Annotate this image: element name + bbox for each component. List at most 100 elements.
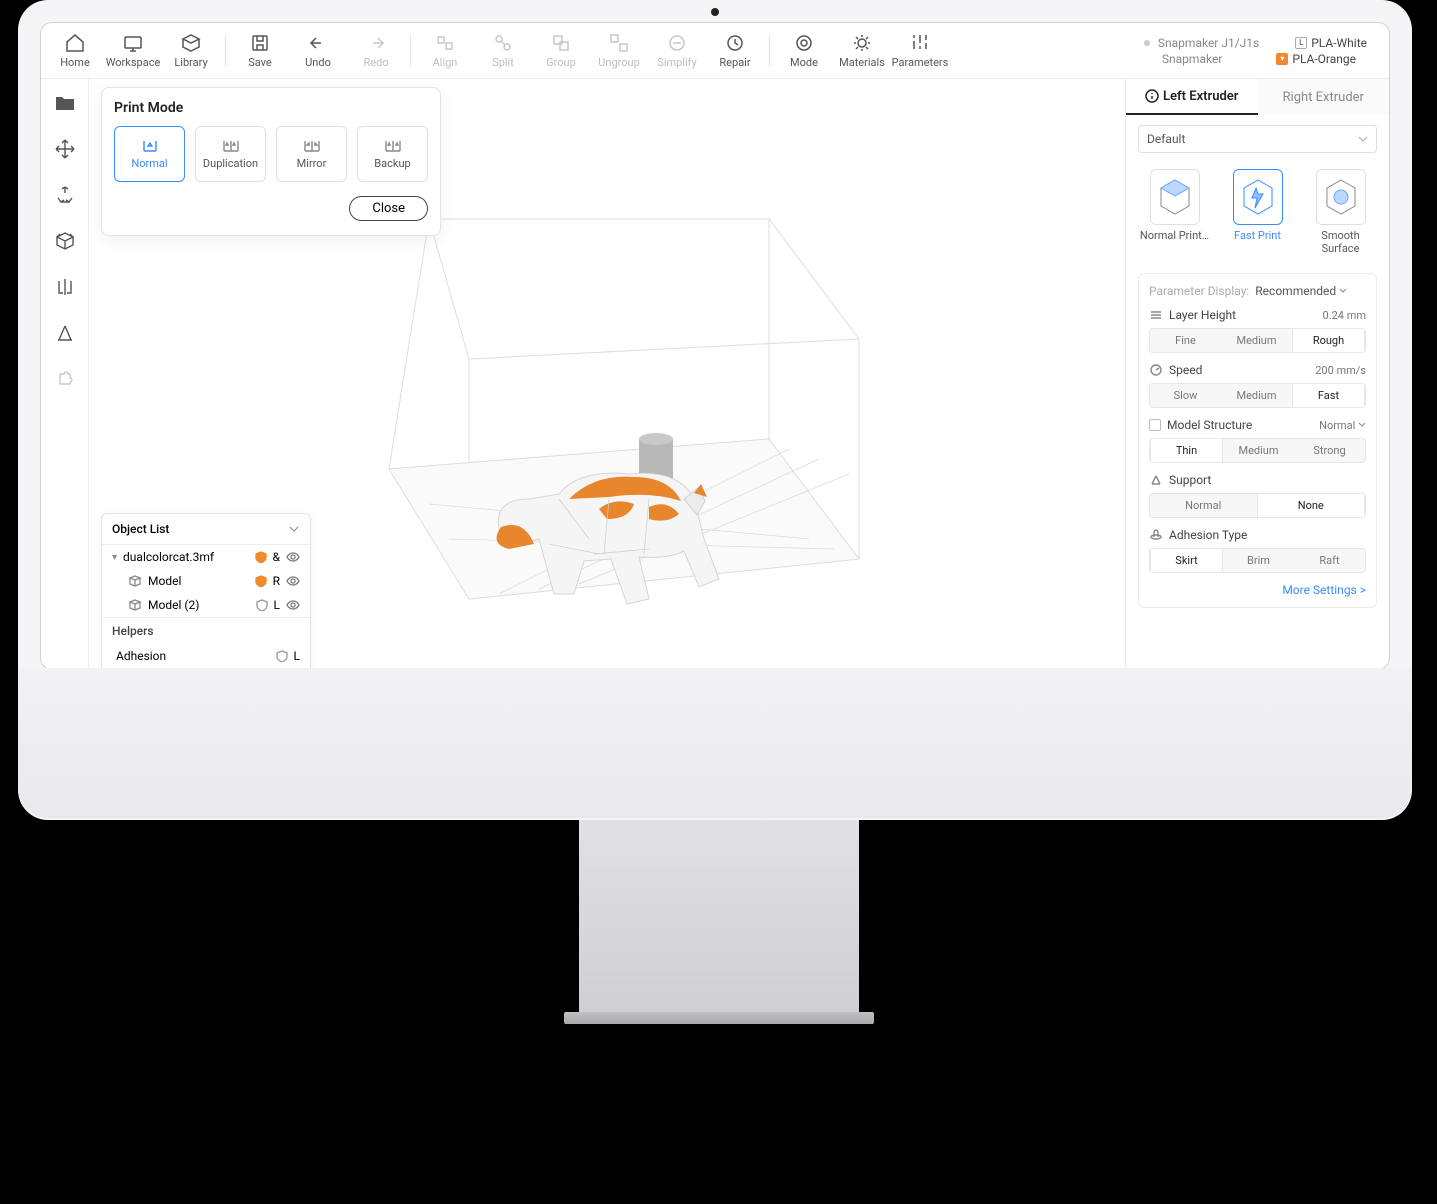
tab-left-extruder[interactable]: Left Extruder [1126,79,1258,115]
seg-option[interactable]: Medium [1221,329,1292,352]
seg-option[interactable]: Fast [1292,384,1365,407]
tab-right-extruder[interactable]: Right Extruder [1258,79,1390,115]
simplify-button: Simplify [649,25,705,77]
home-icon [64,32,86,54]
split-icon [492,32,514,54]
chevron-down-icon[interactable] [288,523,300,535]
close-button[interactable]: Close [349,196,428,221]
print-mode-title: Print Mode [114,100,428,116]
mirror-icon [54,276,76,298]
seg-support[interactable]: NormalNone [1149,493,1366,518]
seg-option[interactable]: Brim [1223,549,1294,572]
object-model-1[interactable]: Model R [102,569,310,593]
redo-icon [365,32,387,54]
mode-normal[interactable]: Normal [114,126,185,182]
seg-layer[interactable]: FineMediumRough [1149,328,1366,353]
adhesion-row[interactable]: Adhesion L [102,644,310,668]
rotate-button[interactable] [49,179,81,211]
monitor-foot [564,1012,874,1024]
seg-option[interactable]: Rough [1292,329,1365,352]
structure-value-select[interactable]: Normal [1319,419,1366,432]
seg-struct[interactable]: ThinMediumStrong [1149,438,1366,463]
support-button[interactable] [49,317,81,349]
preset-normal[interactable]: Normal Print… [1138,165,1211,259]
app-window: Home Workspace Library Save Undo Redo Al… [40,22,1390,670]
device-info: Snapmaker J1/J1s LPLA-White Snapmaker ▾P… [1144,36,1383,66]
mode-mirror-icon [302,139,322,153]
right-panel: Left Extruder Right Extruder Default Nor… [1125,79,1389,669]
open-button[interactable] [49,87,81,119]
param-structure: Model Structure Normal ThinMediumStrong [1149,418,1366,463]
simplify-icon [666,32,688,54]
mode-backup-icon [383,139,403,153]
chevron-down-icon [1358,134,1368,144]
monitor-chin [18,668,1412,818]
eye-icon[interactable] [286,598,300,612]
build-volume [349,199,889,619]
mode-icon [793,32,815,54]
home-button[interactable]: Home [47,25,103,77]
structure-checkbox[interactable] [1149,419,1161,431]
seg-option[interactable]: Strong [1294,439,1365,462]
seg-option[interactable]: Fine [1150,329,1221,352]
shield-icon [276,650,288,662]
group-button: Group [533,25,589,77]
ungroup-button: Ungroup [591,25,647,77]
adhesion-icon [1149,528,1163,542]
seg-option[interactable]: None [1257,494,1366,517]
preset-select[interactable]: Default [1138,125,1377,153]
materials-icon [851,32,873,54]
viewport[interactable]: Print Mode Normal Duplication Mirror Bac… [89,79,1125,669]
cube-icon [128,598,142,612]
align-button: Align [417,25,473,77]
shield-icon [255,551,267,563]
materials-button[interactable]: Materials [834,25,890,77]
layers-icon [1149,308,1163,322]
move-icon [54,138,76,160]
preset-smooth[interactable]: Smooth Surface [1304,165,1377,259]
more-settings-link[interactable]: More Settings > [1149,583,1366,597]
print-mode-panel: Print Mode Normal Duplication Mirror Bac… [101,87,441,236]
support-param-icon [1149,473,1163,487]
mode-button[interactable]: Mode [776,25,832,77]
seg-option[interactable]: Medium [1223,439,1294,462]
save-button[interactable]: Save [232,25,288,77]
param-display-select[interactable]: Recommended [1255,284,1347,298]
undo-button[interactable]: Undo [290,25,346,77]
repair-icon [724,32,746,54]
seg-option[interactable]: Thin [1150,439,1223,462]
library-button[interactable]: Library [163,25,219,77]
workspace-button[interactable]: Workspace [105,25,161,77]
seg-speed[interactable]: SlowMediumFast [1149,383,1366,408]
mode-dup-icon [221,139,241,153]
seg-option[interactable]: Raft [1294,549,1365,572]
param-layer-height: Layer Height0.24 mm FineMediumRough [1149,308,1366,353]
monitor-stand [579,820,859,1020]
seg-option[interactable]: Skirt [1150,549,1223,572]
seg-option[interactable]: Slow [1150,384,1221,407]
seg-option[interactable]: Medium [1221,384,1292,407]
mode-duplication[interactable]: Duplication [195,126,266,182]
parameters-button[interactable]: Parameters [892,25,948,77]
puzzle-icon [54,368,76,390]
object-model-2[interactable]: Model (2) L [102,593,310,617]
helper-cylinder [639,433,673,525]
repair-button[interactable]: Repair [707,25,763,77]
preset-fast[interactable]: Fast Print [1221,165,1294,259]
seg-option[interactable]: Normal [1150,494,1257,517]
info-icon [1145,89,1159,103]
left-toolbar [41,79,89,669]
scale-button[interactable] [49,225,81,257]
object-list-title: Object List [112,522,169,536]
mode-backup[interactable]: Backup [357,126,428,182]
object-file-row[interactable]: ▸ dualcolorcat.3mf & [102,545,310,569]
rotate-icon [54,184,76,206]
mode-mirror[interactable]: Mirror [276,126,347,182]
mirror-button[interactable] [49,271,81,303]
move-button[interactable] [49,133,81,165]
speed-icon [1149,363,1163,377]
seg-adh[interactable]: SkirtBrimRaft [1149,548,1366,573]
shield-icon [255,575,267,587]
eye-icon[interactable] [286,574,300,588]
eye-icon[interactable] [286,550,300,564]
